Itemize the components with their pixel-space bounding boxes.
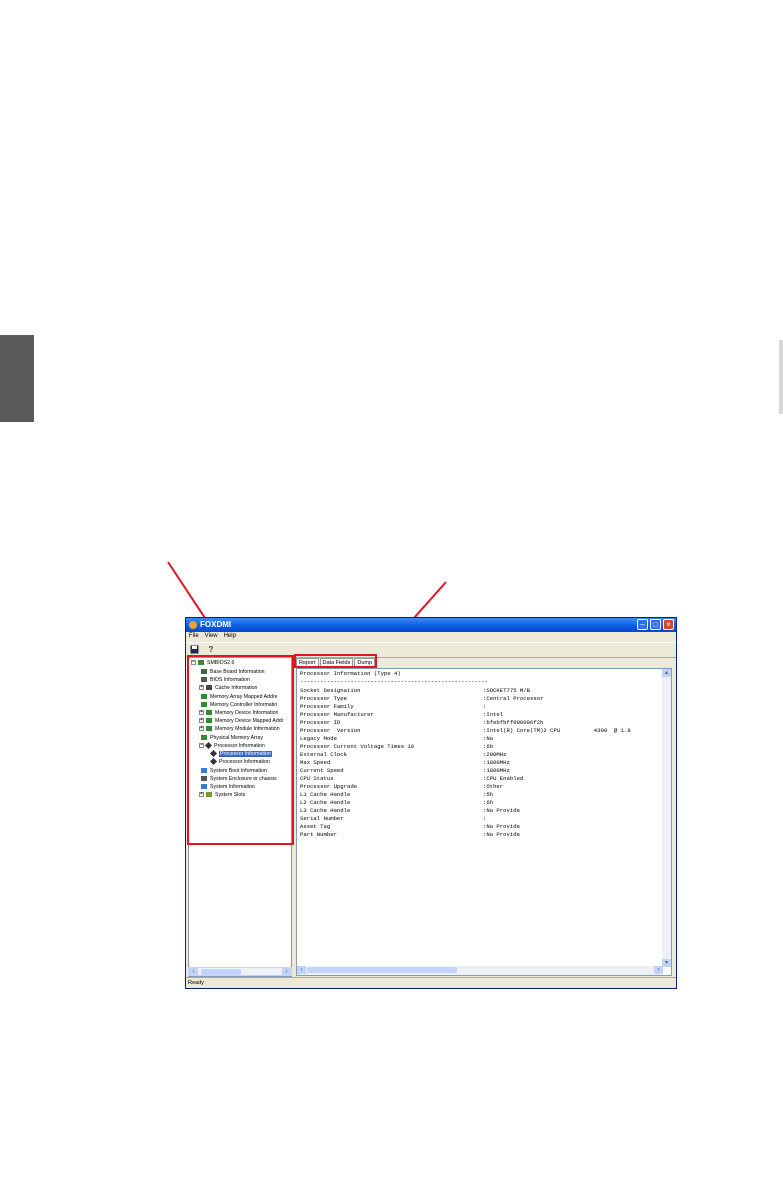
report-horizontal-scrollbar[interactable]: ‹ › [297,966,663,975]
report-key: Max Speed [300,759,331,766]
report-value: :No [483,735,494,742]
report-value: :Central Processor [483,695,544,702]
help-icon[interactable]: ? [206,645,216,655]
report-value: : [483,703,487,710]
report-key: L1 Cache Handle [300,791,351,798]
menu-file[interactable]: File [189,632,199,641]
report-key: Part Number [300,831,337,838]
scroll-down-icon[interactable]: ▾ [662,959,671,967]
report-value: :6h [483,799,494,806]
status-bar: Ready [186,977,676,988]
report-key: Socket Designation [300,687,361,694]
report-header: Processor Information (Type 4) [300,670,401,677]
report-value: :1800MHz [483,767,510,774]
scroll-right-icon[interactable]: › [282,968,291,976]
report-key: Processor Type [300,695,347,702]
menu-help[interactable]: Help [224,632,236,641]
scroll-left-icon[interactable]: ‹ [189,968,198,976]
report-panel: Processor Information (Type 4) ---------… [296,668,672,976]
minimize-button[interactable]: – [637,619,648,630]
report-key: Processor ID [300,719,341,726]
window-title: FOXDMI [200,620,232,629]
report-separator: ----------------------------------------… [300,678,488,685]
report-key: L2 Cache Handle [300,799,351,806]
report-key: Legacy Mode [300,735,337,742]
report-value: :200MHz [483,751,507,758]
menu-bar: File View Help [186,632,676,641]
report-value: :Other [483,783,504,790]
report-value: :6b [483,743,494,750]
report-value: :SOCKET775 M/B [483,687,530,694]
annotation-arrows [167,561,447,660]
report-key: Processor Manufacturer [300,711,374,718]
report-value: :No Provide [483,807,520,814]
report-vertical-scrollbar[interactable]: ▴ ▾ [662,669,671,967]
menu-view[interactable]: View [205,632,218,641]
close-button[interactable]: × [663,619,674,630]
report-key: Asset Tag [300,823,331,830]
report-value: :Intel [483,711,504,718]
report-key: CPU Status [300,775,334,782]
report-value: :5h [483,791,494,798]
app-icon [189,621,197,629]
report-value: : [483,815,487,822]
highlight-tree-box [187,655,294,845]
report-value: :No Provide [483,831,520,838]
scrollbar-thumb[interactable] [307,967,457,973]
maximize-button[interactable]: □ [650,619,661,630]
report-value: :bfebfbff000006f2h [483,719,544,726]
report-value: :Intel(R) Core(TM)2 CPU 4300 @ 1.8 [483,727,631,734]
report-key: External Clock [300,751,347,758]
scroll-left-icon[interactable]: ‹ [297,966,306,974]
scroll-up-icon[interactable]: ▴ [662,669,671,677]
report-key: Serial Number [300,815,344,822]
report-value: :CPU Enabled [483,775,524,782]
report-key: Processor Family [300,703,354,710]
tree-horizontal-scrollbar[interactable]: ‹ › [188,967,292,976]
title-bar: FOXDMI – □ × [186,618,676,632]
scroll-right-icon[interactable]: › [654,966,663,974]
highlight-tabs-box [294,654,377,668]
report-value: :1800MHz [483,759,510,766]
report-key: Processor Current Voltage Times 10 [300,743,415,750]
save-icon[interactable] [189,645,199,655]
report-key: L3 Cache Handle [300,807,351,814]
report-key: Processor Upgrade [300,783,358,790]
scrollbar-thumb[interactable] [201,969,241,975]
report-key: Current Speed [300,767,344,774]
report-value: :No Provide [483,823,520,830]
report-key: Processor Version [300,727,361,734]
